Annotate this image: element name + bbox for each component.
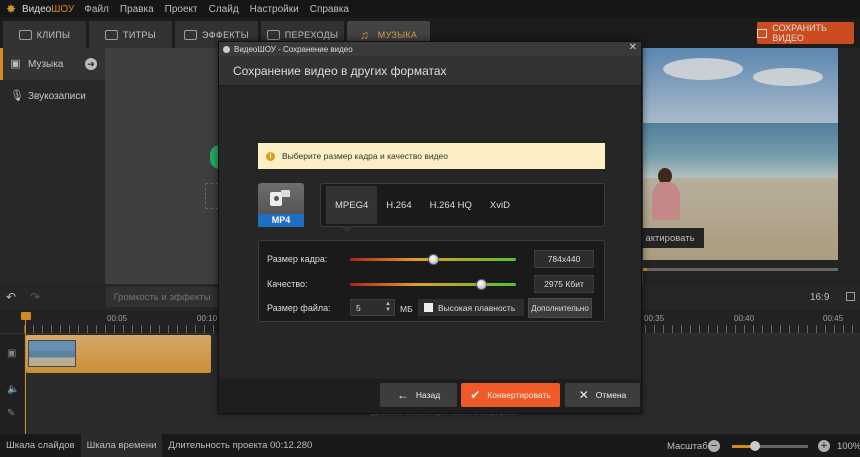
dialog-titlebar: ВидеоШОУ - Сохранение видео ✕ xyxy=(219,42,641,56)
frame-size-knob[interactable] xyxy=(427,254,439,265)
convert-button[interactable]: ✔ Конвертировать xyxy=(461,383,560,407)
camcorder-lens xyxy=(274,196,279,201)
frame-size-label: Размер кадра: xyxy=(267,254,328,264)
back-button[interactable]: ← Назад xyxy=(380,383,457,407)
info-text: Выберите размер кадра и качество видео xyxy=(282,151,449,161)
checkmark-icon: ✔ xyxy=(470,388,481,402)
arrow-left-icon: ← xyxy=(396,388,409,402)
quality-label: Качество: xyxy=(267,279,308,289)
close-icon[interactable]: ✕ xyxy=(629,42,637,53)
info-banner: i Выберите размер кадра и качество видео xyxy=(258,143,605,169)
dialog-header: Сохранение видео в других форматах xyxy=(219,56,641,86)
checkbox-box[interactable] xyxy=(424,303,433,312)
convert-label: Конвертировать xyxy=(487,390,551,400)
cancel-label: Отмена xyxy=(595,390,627,400)
file-size-stepper[interactable]: 5 ▲ ▼ xyxy=(350,299,395,316)
file-size-label: Размер файла: xyxy=(267,303,331,313)
app-small-icon xyxy=(223,45,230,53)
quality-knob[interactable] xyxy=(475,279,487,290)
quality-slider[interactable] xyxy=(350,283,516,286)
codec-mpeg4[interactable]: MPEG4 xyxy=(326,186,378,224)
frame-size-value[interactable]: 784x440 xyxy=(534,250,594,268)
codec-pointer xyxy=(340,226,354,232)
high-smoothness-checkbox[interactable]: Высокая плавность xyxy=(418,299,524,316)
camcorder-lens-hood xyxy=(281,190,290,197)
advanced-button[interactable]: Дополнительно xyxy=(528,298,592,318)
video-settings-panel: Размер кадра: 784x440 Качество: 2975 Кби… xyxy=(258,240,605,322)
dialog-footer: ← Назад ✔ Конвертировать ✕ Отмена xyxy=(219,379,641,413)
back-label: Назад xyxy=(415,390,441,400)
dialog-window-title: ВидеоШОУ - Сохранение видео xyxy=(234,44,353,54)
file-size-value: 5 xyxy=(356,302,361,313)
codec-selector: MPEG4 H.264 H.264 HQ XviD xyxy=(320,183,605,227)
codec-xvid[interactable]: XviD xyxy=(481,186,519,224)
stepper-arrows-icon[interactable]: ▲ ▼ xyxy=(385,301,391,313)
codec-h264[interactable]: H.264 xyxy=(377,186,420,224)
close-icon: ✕ xyxy=(578,388,589,402)
app-window: ✸ ВидеоШОУ Файл Правка Проект Слайд Наст… xyxy=(0,0,860,457)
save-video-dialog: ВидеоШОУ - Сохранение видео ✕ Сохранение… xyxy=(218,41,642,414)
file-size-unit: МБ xyxy=(400,304,413,314)
format-badge[interactable]: MP4 xyxy=(258,214,304,227)
checkbox-label: Высокая плавность xyxy=(438,302,516,313)
quality-value[interactable]: 2975 Кбит xyxy=(534,275,594,293)
info-icon: i xyxy=(266,151,275,161)
camcorder-icon xyxy=(270,188,290,210)
cancel-button[interactable]: ✕ Отмена xyxy=(565,383,640,407)
codec-h264-hq[interactable]: H.264 HQ xyxy=(421,186,481,224)
